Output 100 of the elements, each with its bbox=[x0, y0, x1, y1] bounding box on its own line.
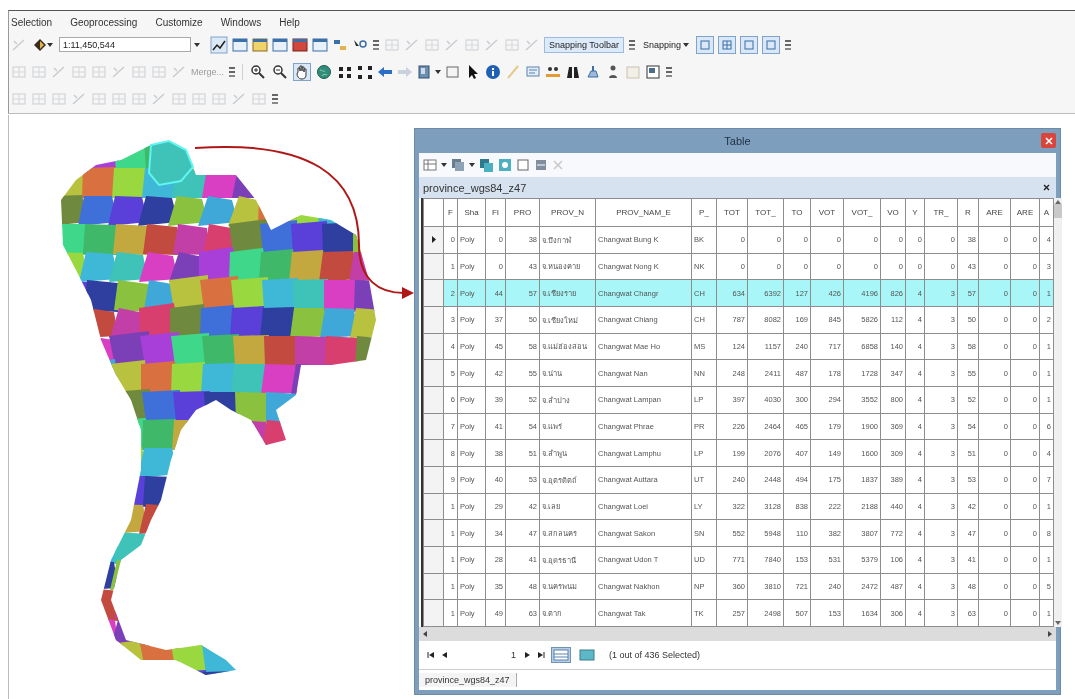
scroll-down-icon[interactable] bbox=[1055, 621, 1061, 625]
menu-item[interactable]: Customize bbox=[153, 16, 205, 28]
vertical-scrollbar[interactable] bbox=[1054, 198, 1062, 627]
faded-line-icon[interactable] bbox=[484, 36, 500, 53]
horizontal-scrollbar[interactable] bbox=[419, 627, 1056, 641]
close-button[interactable] bbox=[1041, 133, 1056, 148]
column-header[interactable]: ARE bbox=[1010, 198, 1040, 227]
row-selector[interactable] bbox=[423, 279, 444, 307]
zoom-to-selected-icon[interactable] bbox=[534, 158, 548, 172]
faded-line-icon[interactable] bbox=[111, 63, 127, 80]
column-header[interactable]: TR_ bbox=[924, 198, 958, 227]
faded-line-icon[interactable] bbox=[231, 90, 247, 107]
previous-record-icon[interactable] bbox=[441, 651, 448, 659]
caret-icon[interactable] bbox=[47, 42, 53, 47]
faded-line-icon[interactable] bbox=[71, 90, 87, 107]
table-tab[interactable]: province_wgs84_z47 bbox=[423, 181, 527, 194]
last-record-icon[interactable] bbox=[537, 651, 545, 659]
hand-icon[interactable] bbox=[293, 62, 311, 81]
row-selector[interactable] bbox=[423, 546, 444, 574]
clear-selection-icon[interactable] bbox=[516, 158, 530, 172]
column-header[interactable]: VOT bbox=[810, 198, 844, 227]
snap-end-icon[interactable] bbox=[717, 35, 736, 54]
row-selector[interactable] bbox=[423, 226, 444, 254]
next-record-icon[interactable] bbox=[524, 651, 531, 659]
snap-point-icon[interactable] bbox=[695, 35, 714, 54]
zoom-out-icon[interactable] bbox=[271, 62, 289, 81]
chart-icon[interactable] bbox=[210, 35, 228, 54]
caret-icon[interactable] bbox=[441, 163, 447, 167]
row-selector[interactable] bbox=[423, 493, 444, 520]
faded-line-icon[interactable] bbox=[171, 63, 187, 80]
view-toggle-button[interactable] bbox=[577, 647, 597, 663]
row-selector[interactable] bbox=[423, 386, 444, 414]
menu-item[interactable]: Geoprocessing bbox=[68, 16, 140, 28]
zoom-in-icon[interactable] bbox=[249, 62, 267, 81]
faded-line-icon[interactable] bbox=[51, 63, 67, 80]
column-header[interactable]: PROV_NAM_E bbox=[595, 198, 692, 227]
window-icon[interactable] bbox=[312, 36, 328, 53]
snap-vertex-icon[interactable] bbox=[739, 35, 758, 54]
caret-icon[interactable] bbox=[435, 69, 441, 74]
column-header[interactable]: FI bbox=[485, 198, 506, 227]
snapping-toolbar-button[interactable]: Snapping Toolbar bbox=[544, 36, 624, 53]
caret-icon[interactable] bbox=[194, 42, 200, 47]
grip-icon bbox=[372, 37, 380, 52]
column-header[interactable]: VO bbox=[880, 198, 906, 227]
highlighted-province bbox=[147, 139, 195, 187]
caret-icon[interactable] bbox=[682, 42, 689, 47]
table-tab[interactable]: province_wgs84_z47 bbox=[419, 673, 517, 687]
faded-line-icon[interactable] bbox=[444, 36, 460, 53]
delete-icon[interactable] bbox=[552, 159, 564, 171]
layers-icon[interactable] bbox=[417, 63, 431, 80]
row-selector[interactable] bbox=[423, 333, 444, 360]
scroll-thumb[interactable] bbox=[1054, 204, 1062, 218]
faded-line-icon[interactable] bbox=[11, 36, 27, 53]
grip-icon bbox=[783, 37, 792, 52]
column-header[interactable]: VOT_ bbox=[843, 198, 881, 227]
snap-edge-icon[interactable] bbox=[761, 35, 780, 54]
add-data-icon[interactable] bbox=[33, 37, 47, 52]
column-header[interactable]: Sha bbox=[457, 198, 486, 227]
window-icon[interactable] bbox=[272, 36, 288, 53]
column-header[interactable]: R bbox=[957, 198, 979, 227]
faded-line-icon[interactable] bbox=[151, 90, 167, 107]
menu-item[interactable]: Help bbox=[277, 16, 302, 28]
viewer-icon[interactable] bbox=[645, 63, 661, 80]
close-icon[interactable] bbox=[1043, 184, 1050, 191]
caret-icon[interactable] bbox=[469, 163, 475, 167]
row-selector[interactable] bbox=[423, 573, 444, 600]
info-icon[interactable] bbox=[485, 63, 501, 80]
column-header[interactable]: PROV_N bbox=[539, 198, 596, 227]
row-selector[interactable] bbox=[423, 359, 444, 387]
menu-item[interactable]: Windows bbox=[218, 16, 264, 28]
scale-field[interactable]: 1:11,450,544 bbox=[59, 37, 191, 52]
four-squares-icon[interactable] bbox=[357, 63, 373, 80]
view-toggle-button[interactable] bbox=[551, 647, 571, 663]
column-header[interactable]: TOT_ bbox=[747, 198, 784, 227]
row-selector[interactable] bbox=[423, 519, 444, 547]
column-header[interactable]: TO bbox=[783, 198, 811, 227]
snapping-dropdown[interactable]: Snapping bbox=[639, 39, 692, 50]
column-header[interactable]: P_ bbox=[691, 198, 717, 227]
menu-item[interactable]: Selection bbox=[9, 16, 55, 28]
window-icon[interactable] bbox=[232, 36, 248, 53]
select-by-attributes-icon[interactable] bbox=[479, 157, 494, 173]
switch-selection-icon[interactable] bbox=[498, 158, 512, 172]
column-header[interactable]: PRO bbox=[505, 198, 540, 227]
scroll-left-icon[interactable] bbox=[423, 631, 427, 637]
column-header[interactable]: ARE bbox=[978, 198, 1011, 227]
grip-icon bbox=[665, 64, 673, 79]
window-icon[interactable] bbox=[252, 36, 268, 53]
scroll-right-icon[interactable] bbox=[1048, 631, 1052, 637]
related-tables-icon[interactable] bbox=[451, 158, 465, 172]
row-selector[interactable] bbox=[423, 439, 444, 467]
row-selector[interactable] bbox=[423, 306, 444, 334]
window-icon[interactable] bbox=[292, 36, 308, 53]
row-selector[interactable] bbox=[423, 253, 444, 280]
faded-line-icon[interactable] bbox=[404, 36, 420, 53]
column-header[interactable]: TOT bbox=[716, 198, 748, 227]
faded-line-icon[interactable] bbox=[524, 36, 540, 53]
row-selector[interactable] bbox=[423, 466, 444, 494]
row-selector[interactable] bbox=[423, 413, 444, 440]
first-record-icon[interactable] bbox=[427, 651, 435, 659]
globe-icon[interactable] bbox=[315, 62, 333, 81]
